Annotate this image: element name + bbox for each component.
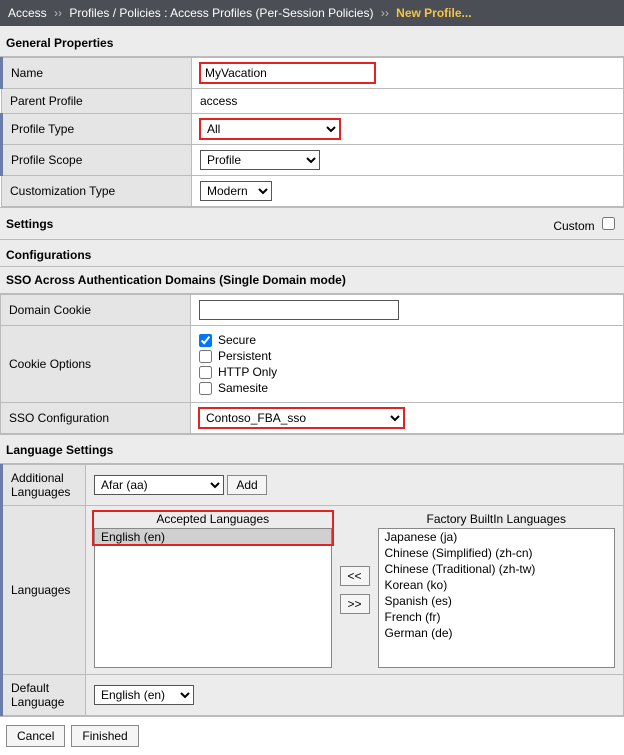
persistent-checkbox[interactable]: [199, 350, 212, 363]
label-name: Name: [2, 58, 192, 89]
section-configurations: Configurations: [0, 240, 624, 266]
default-language-select[interactable]: English (en): [94, 685, 194, 705]
list-item[interactable]: Chinese (Traditional) (zh-tw): [379, 561, 615, 577]
factory-languages-list[interactable]: Japanese (ja)Chinese (Simplified) (zh-cn…: [378, 528, 616, 668]
customization-type-select[interactable]: Modern: [200, 181, 272, 201]
domain-cookie-input[interactable]: [199, 300, 399, 320]
httponly-label: HTTP Only: [218, 365, 277, 379]
cancel-button[interactable]: Cancel: [6, 725, 65, 747]
list-item[interactable]: Spanish (es): [379, 593, 615, 609]
httponly-checkbox[interactable]: [199, 366, 212, 379]
add-language-button[interactable]: Add: [227, 475, 266, 495]
section-language-settings: Language Settings: [0, 434, 624, 464]
value-parent-profile: access: [192, 89, 624, 114]
label-profile-type: Profile Type: [2, 114, 192, 145]
label-domain-cookie: Domain Cookie: [1, 295, 191, 326]
list-item[interactable]: German (de): [379, 625, 615, 641]
accepted-languages-title: Accepted Languages: [94, 512, 332, 526]
sso-table: Domain Cookie Cookie Options Secure Pers…: [0, 294, 624, 434]
label-profile-scope: Profile Scope: [2, 145, 192, 176]
list-item[interactable]: Japanese (ja): [379, 529, 615, 545]
footer: Cancel Finished: [0, 716, 624, 755]
general-properties-table: Name Parent Profile access Profile Type …: [0, 57, 624, 207]
factory-languages-title: Factory BuiltIn Languages: [378, 512, 616, 526]
additional-language-select[interactable]: Afar (aa): [94, 475, 224, 495]
finished-button[interactable]: Finished: [71, 725, 138, 747]
breadcrumb: Access ›› Profiles / Policies : Access P…: [0, 0, 624, 26]
breadcrumb-current: New Profile...: [396, 6, 471, 20]
list-item[interactable]: English (en): [95, 529, 331, 545]
move-right-button[interactable]: >>: [340, 594, 370, 614]
list-item[interactable]: Korean (ko): [379, 577, 615, 593]
samesite-label: Samesite: [218, 381, 268, 395]
custom-label: Custom: [553, 219, 594, 233]
label-cookie-options: Cookie Options: [1, 326, 191, 403]
breadcrumb-root[interactable]: Access: [8, 6, 47, 20]
label-customization-type: Customization Type: [2, 176, 192, 207]
label-additional-languages: Additional Languages: [2, 465, 86, 506]
section-settings: Settings Custom: [0, 207, 624, 240]
language-settings-table: Additional Languages Afar (aa) Add Langu…: [0, 464, 624, 716]
label-parent-profile: Parent Profile: [2, 89, 192, 114]
sso-configuration-select[interactable]: Contoso_FBA_sso: [199, 408, 404, 428]
profile-type-select[interactable]: All: [200, 119, 340, 139]
list-item[interactable]: Chinese (Simplified) (zh-cn): [379, 545, 615, 561]
name-input[interactable]: [200, 63, 375, 83]
accepted-languages-list[interactable]: English (en): [94, 528, 332, 668]
persistent-label: Persistent: [218, 349, 271, 363]
breadcrumb-sep: ››: [381, 6, 389, 20]
section-sso-across: SSO Across Authentication Domains (Singl…: [0, 266, 624, 294]
secure-checkbox[interactable]: [199, 334, 212, 347]
label-languages: Languages: [2, 506, 86, 675]
samesite-checkbox[interactable]: [199, 382, 212, 395]
settings-label: Settings: [6, 217, 53, 231]
move-left-button[interactable]: <<: [340, 566, 370, 586]
label-sso-configuration: SSO Configuration: [1, 403, 191, 434]
section-general-properties: General Properties: [0, 26, 624, 57]
breadcrumb-path[interactable]: Profiles / Policies : Access Profiles (P…: [69, 6, 373, 20]
list-item[interactable]: French (fr): [379, 609, 615, 625]
label-default-language: Default Language: [2, 675, 86, 716]
custom-checkbox[interactable]: [602, 217, 615, 230]
profile-scope-select[interactable]: Profile: [200, 150, 320, 170]
breadcrumb-sep: ››: [54, 6, 62, 20]
secure-label: Secure: [218, 333, 256, 347]
